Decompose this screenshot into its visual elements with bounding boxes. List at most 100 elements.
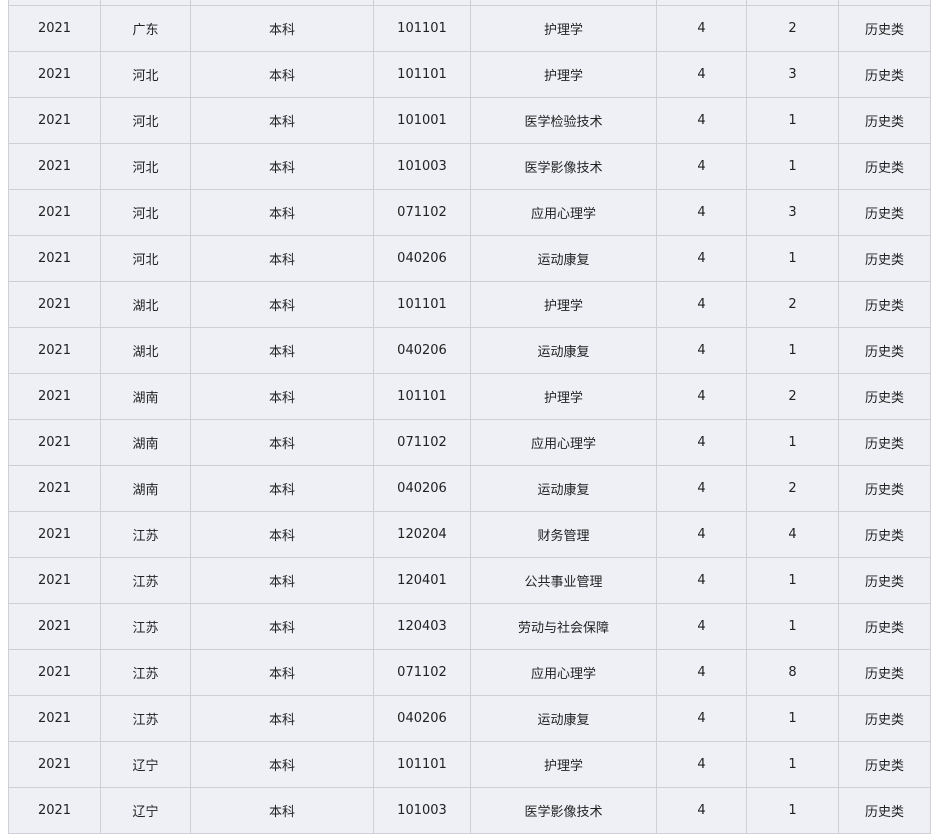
table-row: 2021 湖南 本科 071102 应用心理学 4 1 历史类 — [8, 419, 931, 466]
year-cell: 2021 — [8, 143, 101, 190]
enrollment-plan-table: 2021 广东 本科 101101 护理学 4 2 历史类 2021 河北 本科 101101 护理学 4… — [8, 0, 931, 834]
province-cell: 江苏 — [100, 649, 191, 696]
major-name-cell: 运动康复 — [470, 465, 657, 512]
quota-cell: 2 — [746, 373, 839, 420]
duration-cell: 4 — [656, 649, 747, 696]
quota-cell: 1 — [746, 603, 839, 650]
major-name-cell: 医学影像技术 — [470, 787, 657, 834]
major-name-cell: 公共事业管理 — [470, 557, 657, 604]
duration-cell: 4 — [656, 189, 747, 236]
quota-cell: 1 — [746, 327, 839, 374]
major-name-cell: 护理学 — [470, 5, 657, 52]
province-cell: 河北 — [100, 143, 191, 190]
major-code-cell: 101003 — [373, 787, 471, 834]
quota-cell: 1 — [746, 97, 839, 144]
duration-cell: 4 — [656, 787, 747, 834]
duration-cell: 4 — [656, 51, 747, 98]
major-code-cell: 101003 — [373, 143, 471, 190]
quota-cell: 1 — [746, 695, 839, 742]
table-row: 2021 江苏 本科 120403 劳动与社会保障 4 1 历史类 — [8, 603, 931, 650]
major-code-cell: 040206 — [373, 327, 471, 374]
duration-cell: 4 — [656, 557, 747, 604]
duration-cell: 4 — [656, 511, 747, 558]
category-cell: 历史类 — [838, 373, 931, 420]
major-name-cell: 护理学 — [470, 281, 657, 328]
level-cell: 本科 — [190, 465, 374, 512]
major-code-cell: 040206 — [373, 465, 471, 512]
province-cell: 江苏 — [100, 603, 191, 650]
year-cell: 2021 — [8, 557, 101, 604]
province-cell: 湖北 — [100, 327, 191, 374]
category-cell: 历史类 — [838, 235, 931, 282]
province-cell: 广东 — [100, 5, 191, 52]
table-row: 2021 河北 本科 101101 护理学 4 3 历史类 — [8, 51, 931, 98]
major-code-cell: 101101 — [373, 281, 471, 328]
year-cell: 2021 — [8, 5, 101, 52]
major-name-cell: 运动康复 — [470, 327, 657, 374]
province-cell: 辽宁 — [100, 741, 191, 788]
major-name-cell: 应用心理学 — [470, 649, 657, 696]
table-row: 2021 湖北 本科 040206 运动康复 4 1 历史类 — [8, 327, 931, 374]
major-code-cell: 120403 — [373, 603, 471, 650]
category-cell: 历史类 — [838, 649, 931, 696]
province-cell: 河北 — [100, 51, 191, 98]
quota-cell: 8 — [746, 649, 839, 696]
major-name-cell: 劳动与社会保障 — [470, 603, 657, 650]
major-name-cell: 运动康复 — [470, 695, 657, 742]
major-name-cell: 财务管理 — [470, 511, 657, 558]
province-cell: 河北 — [100, 97, 191, 144]
table-row: 2021 河北 本科 071102 应用心理学 4 3 历史类 — [8, 189, 931, 236]
province-cell: 湖北 — [100, 281, 191, 328]
major-name-cell: 医学影像技术 — [470, 143, 657, 190]
table-row: 2021 湖南 本科 101101 护理学 4 2 历史类 — [8, 373, 931, 420]
category-cell: 历史类 — [838, 741, 931, 788]
table-row: 2021 江苏 本科 071102 应用心理学 4 8 历史类 — [8, 649, 931, 696]
category-cell: 历史类 — [838, 465, 931, 512]
duration-cell: 4 — [656, 235, 747, 282]
quota-cell: 1 — [746, 143, 839, 190]
major-code-cell: 101101 — [373, 5, 471, 52]
duration-cell: 4 — [656, 327, 747, 374]
quota-cell: 1 — [746, 741, 839, 788]
province-cell: 江苏 — [100, 511, 191, 558]
level-cell: 本科 — [190, 5, 374, 52]
province-cell: 湖南 — [100, 373, 191, 420]
year-cell: 2021 — [8, 511, 101, 558]
category-cell: 历史类 — [838, 189, 931, 236]
year-cell: 2021 — [8, 649, 101, 696]
level-cell: 本科 — [190, 143, 374, 190]
duration-cell: 4 — [656, 695, 747, 742]
province-cell: 湖南 — [100, 419, 191, 466]
level-cell: 本科 — [190, 51, 374, 98]
level-cell: 本科 — [190, 97, 374, 144]
province-cell: 江苏 — [100, 695, 191, 742]
major-code-cell: 071102 — [373, 419, 471, 466]
category-cell: 历史类 — [838, 327, 931, 374]
duration-cell: 4 — [656, 741, 747, 788]
year-cell: 2021 — [8, 373, 101, 420]
duration-cell: 4 — [656, 5, 747, 52]
quota-cell: 1 — [746, 235, 839, 282]
table-row: 2021 河北 本科 101003 医学影像技术 4 1 历史类 — [8, 143, 931, 190]
major-code-cell: 101101 — [373, 741, 471, 788]
major-code-cell: 120401 — [373, 557, 471, 604]
year-cell: 2021 — [8, 419, 101, 466]
level-cell: 本科 — [190, 557, 374, 604]
level-cell: 本科 — [190, 787, 374, 834]
quota-cell: 4 — [746, 511, 839, 558]
quota-cell: 3 — [746, 189, 839, 236]
major-name-cell: 医学检验技术 — [470, 97, 657, 144]
duration-cell: 4 — [656, 97, 747, 144]
major-code-cell: 071102 — [373, 189, 471, 236]
major-code-cell: 101001 — [373, 97, 471, 144]
enrollment-plan-table-container: 2021 广东 本科 101101 护理学 4 2 历史类 2021 河北 本科 101101 护理学 4… — [8, 0, 931, 834]
major-name-cell: 应用心理学 — [470, 419, 657, 466]
table-row: 2021 湖北 本科 101101 护理学 4 2 历史类 — [8, 281, 931, 328]
duration-cell: 4 — [656, 373, 747, 420]
major-code-cell: 101101 — [373, 373, 471, 420]
year-cell: 2021 — [8, 97, 101, 144]
category-cell: 历史类 — [838, 51, 931, 98]
year-cell: 2021 — [8, 741, 101, 788]
major-name-cell: 护理学 — [470, 373, 657, 420]
level-cell: 本科 — [190, 695, 374, 742]
